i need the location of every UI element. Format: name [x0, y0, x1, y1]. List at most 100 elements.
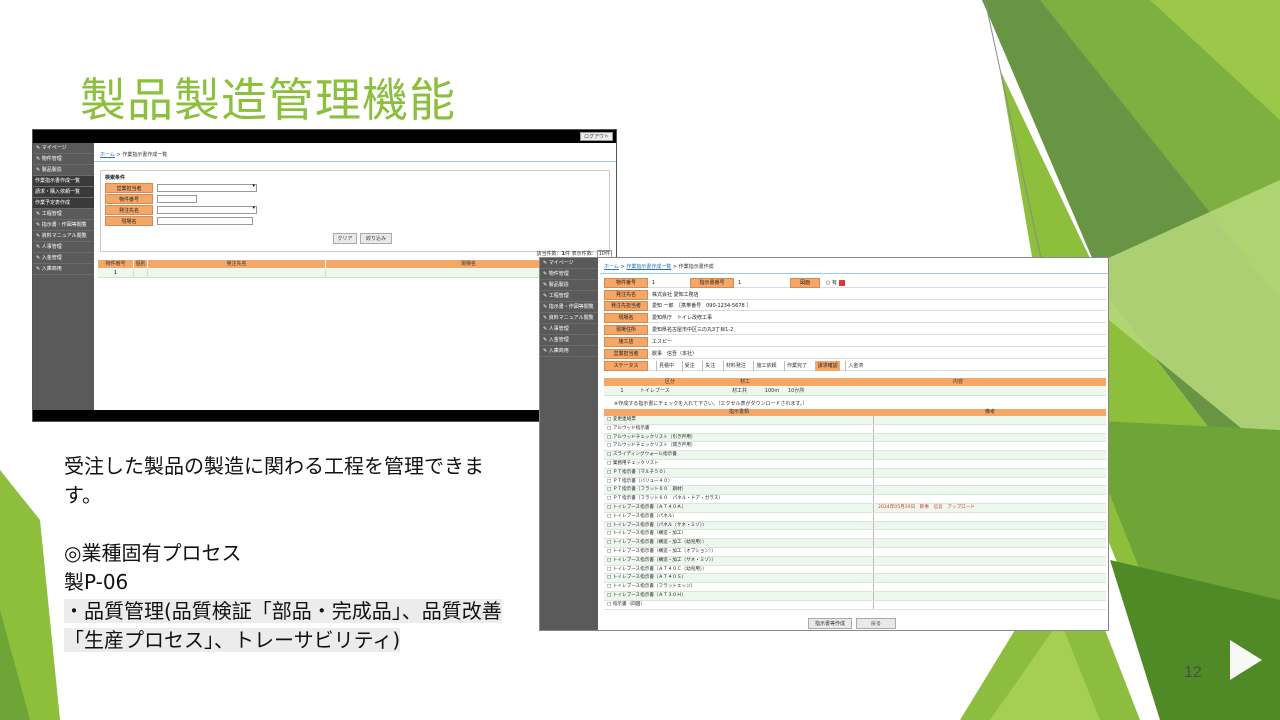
instruction-remark — [874, 513, 1106, 521]
sidebar-item-manuals[interactable]: ✎ 資料マニュアル閲覧 — [33, 231, 94, 242]
table-row[interactable]: □ トイレブース指示書（パネル） — [604, 512, 1106, 522]
property-no-input[interactable] — [157, 195, 197, 203]
table-row[interactable]: □ トイレブース指示書（ＡＴ４０Ｓ） — [604, 574, 1106, 584]
screenshot-work-order-create: ✎ マイページ ✎ 物件管理 ✎ 製品製造 ✎ 工程管理 ✎ 指示書・作図等閲覧… — [539, 257, 1109, 631]
instruction-name: 変更連絡票 — [612, 417, 636, 422]
top-bar: ログアウト — [33, 130, 616, 143]
site-input[interactable] — [157, 217, 253, 225]
table-row[interactable]: □ トイレブース指示書（構造・加工） — [604, 530, 1106, 540]
sidebar-item-work-order-list[interactable]: 作業指示書作成一覧 — [33, 176, 94, 187]
breadcrumb: ホーム > 作業指示書作成一覧 — [94, 143, 616, 162]
instruction-remark — [874, 566, 1106, 574]
instruction-name: トイレブース指示書（構造・加工（幼児用）） — [612, 540, 707, 546]
create-instruction-button[interactable]: 指示書等作成 — [808, 618, 852, 629]
breadcrumb-home-link[interactable]: ホーム — [100, 152, 115, 158]
instruction-remark — [874, 574, 1106, 582]
status-chip[interactable]: 作業完了 — [784, 361, 809, 371]
sidebar-item-drawings[interactable]: ✎ 指示書・作図等閲覧 — [540, 302, 598, 313]
page-number: 12 — [1184, 664, 1202, 681]
sidebar-item-hr[interactable]: ✎ 人事管理 — [540, 324, 598, 335]
process-code: 製P-06 — [64, 570, 129, 594]
status-chip[interactable]: 受注 — [681, 361, 697, 371]
drawing-radio[interactable]: ○ 有 — [826, 278, 845, 288]
sidebar-item-manuals[interactable]: ✎ 資料マニュアル閲覧 — [540, 313, 598, 324]
table-row[interactable]: □ 業務用チェックリスト — [604, 459, 1106, 469]
instruction-remark — [874, 583, 1106, 591]
sidebar-item-payment[interactable]: ✎ 入金管理 — [33, 253, 94, 264]
sidebar-item-mypage[interactable]: ✎ マイページ — [33, 143, 94, 154]
instruction-name: トイレブース指示書（ＡＴ４０Ｓ） — [612, 575, 687, 581]
instruction-remark — [874, 522, 1106, 530]
instruction-name: アルウッド指示書 — [612, 425, 650, 431]
sidebar-item-manufacturing[interactable]: ✎ 製品製造 — [33, 165, 94, 176]
breadcrumb-current: 作業指示書作成一覧 — [122, 152, 168, 158]
instruction-remark — [874, 460, 1106, 468]
row-site-address: 現場住所 愛知県名古屋市中区三の丸3丁目1-2 — [604, 325, 1106, 335]
table-row[interactable]: □ トイレブース指示書（構造・加工（幼児用）） — [604, 539, 1106, 548]
clear-button[interactable]: クリア — [333, 233, 357, 244]
description: 受注した製品の製造に関わる工程を管理できます。 — [64, 454, 484, 507]
instruction-remark — [874, 425, 1106, 433]
table-row[interactable]: □ アルウッドチェックリスト（引き戸用） — [604, 433, 1106, 443]
table-row[interactable]: □ ＰＴ指示書（フラット６０ パネル・ドア・ガラス） — [604, 495, 1106, 504]
row-status: ステータス 見積中 受注 失注 材料発注 施工依頼 作業完了 請求確認 入金済 — [604, 361, 1106, 371]
sidebar-item-process[interactable]: ✎ 工程管理 — [33, 209, 94, 220]
table-row[interactable]: □ スライディングウォール指示書 — [604, 451, 1106, 460]
status-chip[interactable]: 施工依頼 — [753, 361, 778, 371]
sidebar-item-property[interactable]: ✎ 物件管理 — [33, 154, 94, 165]
status-chip[interactable]: 入金済 — [845, 361, 865, 371]
table-header: 物件番号 個別 発注先名 現場名 — [98, 260, 612, 268]
row-client: 発注先名 株式会社 愛知工務店 — [604, 290, 1106, 300]
back-button[interactable]: 戻る — [856, 618, 896, 629]
table-row[interactable]: □ トイレブース指示書（フラットエッジ） — [604, 583, 1106, 592]
process-heading: ◎業種固有プロセス — [64, 541, 242, 565]
instruction-remark — [874, 495, 1106, 503]
sidebar-item-stock[interactable]: ✎ 入庫商用 — [540, 346, 598, 357]
table-row[interactable]: 1 — [98, 268, 612, 278]
filter-button[interactable]: 絞り込み — [360, 233, 392, 244]
breadcrumb: ホーム > 作業指示書作成一覧 > 作業指示書作成 — [600, 258, 1108, 274]
sidebar-item-process[interactable]: ✎ 工程管理 — [540, 291, 598, 302]
sidebar-item-mypage[interactable]: ✎ マイページ — [540, 258, 598, 269]
breadcrumb-home-link[interactable]: ホーム — [604, 264, 619, 270]
status-chip[interactable]: 材料発注 — [722, 361, 748, 371]
sidebar-item-drawings[interactable]: ✎ 指示書・作図等閲覧 — [33, 220, 94, 231]
table-row[interactable]: □ トイレブース指示書（ＡＴ４０Ａ） 2024年05月29日 飲事 信吾 アップロ… — [604, 503, 1106, 513]
status-chip[interactable]: 失注 — [702, 361, 717, 371]
instruction-name: アルウッドチェックリスト（引き戸用） — [612, 434, 696, 440]
table-row[interactable]: □ 指示書（四国） — [604, 600, 1106, 610]
sidebar: ✎ マイページ ✎ 物件管理 ✎ 製品製造 ✎ 工程管理 ✎ 指示書・作図等閲覧… — [540, 258, 598, 630]
body-text: 受注した製品の製造に関わる工程を管理できます。 ◎業種固有プロセス 製P-06 … — [64, 452, 514, 655]
status-chip-active[interactable]: 請求確認 — [814, 361, 840, 371]
sidebar-item-manufacturing[interactable]: ✎ 製品製造 — [540, 280, 598, 291]
table-row[interactable]: □ トイレブース指示書（パネル（サネ・ミゾ）） — [604, 521, 1106, 531]
table-row[interactable]: □ ＰＴ指示書（バリュー４０） — [604, 477, 1106, 487]
instruction-name: トイレブース指示書（ＡＴ４０Ｃ（幼児用）） — [612, 566, 707, 572]
table-header: 指示書類 備考 — [604, 409, 1106, 416]
sidebar-item-purchase-list[interactable]: 請求・購入依頼一覧 — [33, 187, 94, 198]
logout-button[interactable]: ログアウト — [579, 132, 613, 141]
table-row[interactable]: □ アルウッド指示書 — [604, 424, 1106, 434]
sidebar-item-stock[interactable]: ✎ 入庫商用 — [33, 264, 94, 275]
sidebar-item-property[interactable]: ✎ 物件管理 — [540, 269, 598, 280]
instruction-name: アルウッドチェックリスト（開き戸用） — [612, 443, 696, 449]
sidebar-item-payment[interactable]: ✎ 入金管理 — [540, 335, 598, 346]
table-row[interactable]: □ ＰＴ指示書（マルチ５０） — [604, 468, 1106, 478]
instruction-name: トイレブース指示書（パネル（サネ・ミゾ）） — [612, 522, 707, 528]
breadcrumb-list-link[interactable]: 作業指示書作成一覧 — [626, 264, 671, 270]
status-chip[interactable]: 見積中 — [656, 361, 676, 371]
table-row[interactable]: □ トイレブース指示書（ＡＴ４０Ｃ（幼児用）） — [604, 565, 1106, 575]
client-select[interactable]: ▾ — [157, 205, 257, 214]
table-row[interactable]: □ 変更連絡票 — [604, 416, 1106, 425]
row-contractor: 施工店 エスピー — [604, 337, 1106, 347]
instruction-name: トイレブース指示書（フラットエッジ） — [612, 584, 696, 590]
sales-rep-select[interactable]: ▾ — [157, 183, 257, 192]
instruction-remark — [874, 434, 1106, 442]
sidebar-item-hr[interactable]: ✎ 人事管理 — [33, 242, 94, 253]
table-row[interactable]: □ アルウッドチェックリスト（開き戸用） — [604, 442, 1106, 452]
table-row[interactable]: □ トイレブース指示書（構造・加工（サネ・ミゾ）） — [604, 556, 1106, 566]
table-row[interactable]: □ ＰＴ指示書（フラット６０ 鋼材） — [604, 486, 1106, 496]
table-row[interactable]: □ トイレブース指示書（ＡＴ３０Ｈ） — [604, 591, 1106, 601]
sidebar-item-schedule[interactable]: 作業予定表作成 — [33, 198, 94, 209]
table-row[interactable]: □ トイレブース指示書（構造・加工（オプション）） — [604, 547, 1106, 557]
